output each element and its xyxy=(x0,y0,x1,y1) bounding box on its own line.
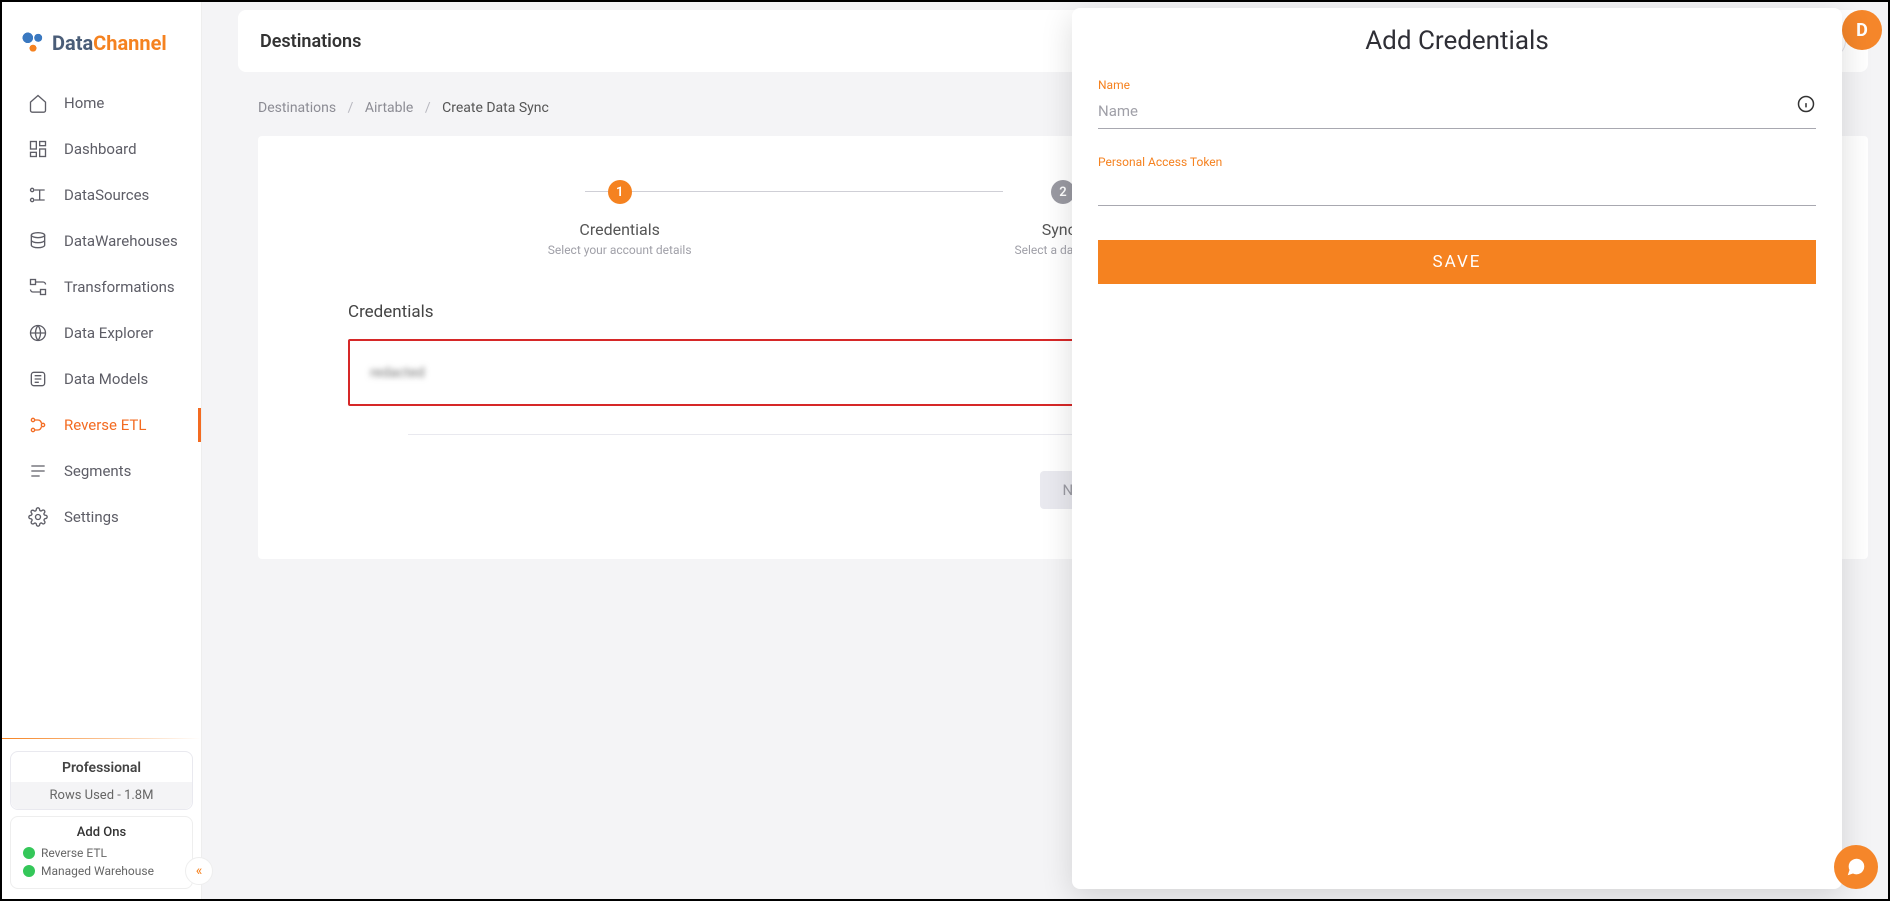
home-icon xyxy=(28,93,48,113)
chat-icon xyxy=(1845,856,1867,878)
sidebar-item-dashboard[interactable]: Dashboard xyxy=(2,126,201,172)
logo-text-2: Channel xyxy=(93,31,167,55)
dashboard-icon xyxy=(28,139,48,159)
name-label: Name xyxy=(1098,78,1816,92)
sidebar: DataChannel Home Dashboard DataSources xyxy=(2,2,202,899)
sidebar-footer: Professional Rows Used - 1.8M Add Ons Re… xyxy=(2,738,201,899)
logo-mark-icon xyxy=(20,30,46,56)
sidebar-item-home[interactable]: Home xyxy=(2,80,201,126)
addon-label: Managed Warehouse xyxy=(41,864,154,878)
token-label: Personal Access Token xyxy=(1098,155,1816,169)
sidebar-item-label: Reverse ETL xyxy=(64,416,146,434)
logo[interactable]: DataChannel xyxy=(2,12,201,80)
sidebar-item-settings[interactable]: Settings xyxy=(2,494,201,540)
credential-name: redacted xyxy=(370,365,425,381)
crumb-current: Create Data Sync xyxy=(442,100,549,116)
sidebar-item-label: DataWarehouses xyxy=(64,232,178,250)
add-credentials-panel: Add Credentials Name Personal Access Tok… xyxy=(1072,8,1842,889)
plan-box[interactable]: Professional Rows Used - 1.8M xyxy=(10,751,193,810)
sidebar-item-label: Dashboard xyxy=(64,140,137,158)
step-subtitle: Select your account details xyxy=(398,243,841,257)
datawarehouses-icon xyxy=(28,231,48,251)
sidebar-item-datawarehouses[interactable]: DataWarehouses xyxy=(2,218,201,264)
page-title: Destinations xyxy=(260,31,361,52)
sidebar-collapse-button[interactable]: « xyxy=(185,857,213,885)
step-number: 1 xyxy=(608,180,632,204)
datasources-icon xyxy=(28,185,48,205)
check-icon xyxy=(23,847,35,859)
token-input[interactable] xyxy=(1098,171,1816,206)
addon-label: Reverse ETL xyxy=(41,846,107,860)
avatar[interactable]: D xyxy=(1842,10,1882,50)
name-input[interactable] xyxy=(1098,94,1816,129)
sidebar-item-data-models[interactable]: Data Models xyxy=(2,356,201,402)
sidebar-item-data-explorer[interactable]: Data Explorer xyxy=(2,310,201,356)
addon-item: Reverse ETL xyxy=(23,844,180,862)
sidebar-item-transformations[interactable]: Transformations xyxy=(2,264,201,310)
sidebar-item-reverse-etl[interactable]: Reverse ETL xyxy=(2,402,201,448)
sidebar-item-label: Segments xyxy=(64,462,131,480)
crumb-destinations[interactable]: Destinations xyxy=(258,100,336,116)
logo-text-1: Data xyxy=(52,31,93,55)
chat-button[interactable] xyxy=(1834,845,1878,889)
gear-icon xyxy=(28,507,48,527)
breadcrumb-separator: / xyxy=(340,100,362,116)
sidebar-item-datasources[interactable]: DataSources xyxy=(2,172,201,218)
sidebar-item-label: Transformations xyxy=(64,278,175,296)
models-icon xyxy=(28,369,48,389)
step-title: Credentials xyxy=(398,220,841,239)
plan-rows: Rows Used - 1.8M xyxy=(11,782,192,809)
addons-box: Add Ons Reverse ETL Managed Warehouse xyxy=(10,816,193,889)
segments-icon xyxy=(28,461,48,481)
plan-title: Professional xyxy=(23,760,180,776)
sidebar-item-segments[interactable]: Segments xyxy=(2,448,201,494)
sidebar-nav: Home Dashboard DataSources DataWarehouse… xyxy=(2,80,201,540)
addon-item: Managed Warehouse xyxy=(23,862,180,880)
explorer-icon xyxy=(28,323,48,343)
save-button[interactable]: SAVE xyxy=(1098,240,1816,284)
breadcrumb-separator: / xyxy=(417,100,439,116)
divider xyxy=(2,738,201,739)
sidebar-item-label: Home xyxy=(64,94,104,112)
transformations-icon xyxy=(28,277,48,297)
name-field: Name xyxy=(1098,78,1816,129)
check-icon xyxy=(23,865,35,877)
panel-title: Add Credentials xyxy=(1098,26,1816,56)
sidebar-item-label: Data Models xyxy=(64,370,148,388)
sidebar-item-label: Settings xyxy=(64,508,119,526)
info-icon[interactable] xyxy=(1796,94,1816,114)
token-field: Personal Access Token xyxy=(1098,155,1816,206)
credentials-title: Credentials xyxy=(348,302,434,322)
addons-title: Add Ons xyxy=(23,825,180,840)
step-credentials[interactable]: 1 Credentials Select your account detail… xyxy=(398,180,841,257)
crumb-airtable[interactable]: Airtable xyxy=(365,100,414,116)
sidebar-item-label: DataSources xyxy=(64,186,149,204)
reverse-etl-icon xyxy=(28,415,48,435)
sidebar-item-label: Data Explorer xyxy=(64,324,153,342)
